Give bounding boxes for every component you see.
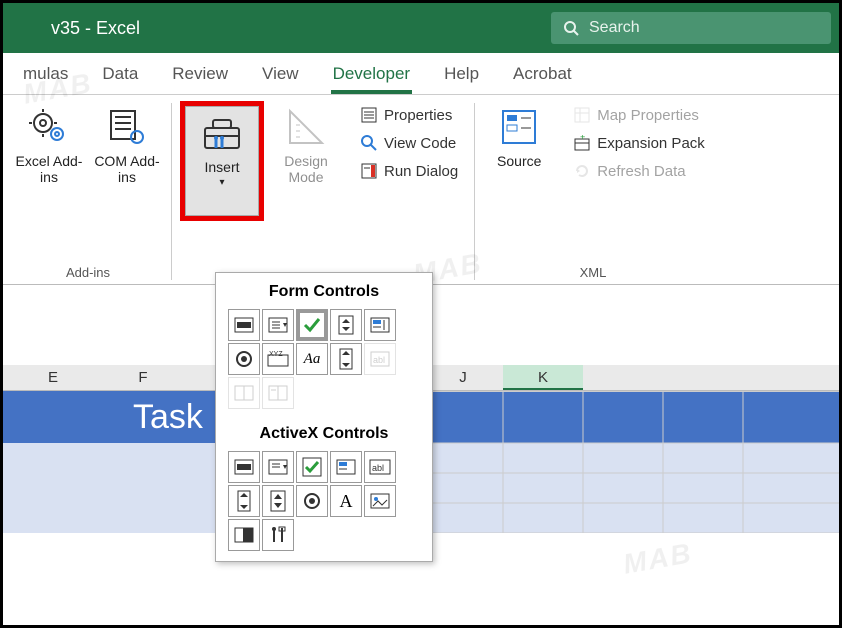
excel-addins-button[interactable]: Excel Add-ins: [13, 101, 85, 189]
form-label-control[interactable]: Aa: [296, 343, 328, 375]
title-bar: v35 - Excel Search: [3, 3, 839, 53]
refresh-icon: [573, 162, 591, 180]
divider: [171, 103, 172, 280]
properties-button[interactable]: Properties: [352, 101, 466, 129]
dialog-run-icon: [360, 162, 378, 180]
tab-acrobat[interactable]: Acrobat: [497, 56, 588, 94]
col-head-k[interactable]: K: [503, 365, 583, 390]
tab-developer[interactable]: Developer: [317, 56, 427, 94]
source-button[interactable]: Source: [483, 101, 555, 185]
ax-combobox[interactable]: [262, 451, 294, 483]
group-controls: Insert ▾ Design Mode Properties View Cod…: [174, 99, 472, 284]
watermark: MAB: [621, 537, 695, 581]
tab-formulas[interactable]: mulas: [7, 56, 84, 94]
search-icon: [563, 20, 579, 36]
ax-label[interactable]: A: [330, 485, 362, 517]
group-label-xml: XML: [580, 265, 607, 280]
form-checkbox-control[interactable]: [296, 309, 328, 341]
ax-optionbutton[interactable]: [296, 485, 328, 517]
divider: [474, 103, 475, 280]
col-head-e[interactable]: E: [3, 365, 103, 390]
ax-morecontrols[interactable]: [262, 519, 294, 551]
form-listbox-control[interactable]: [364, 309, 396, 341]
form-button-control[interactable]: [228, 309, 260, 341]
gear-icon: [27, 105, 71, 149]
ruler-triangle-icon: [284, 105, 328, 149]
tab-help[interactable]: Help: [428, 56, 495, 94]
view-code-button[interactable]: View Code: [352, 129, 466, 157]
ax-commandbutton[interactable]: [228, 451, 260, 483]
form-combobox-control[interactable]: [262, 309, 294, 341]
refresh-data-button[interactable]: Refresh Data: [565, 157, 713, 185]
tab-data[interactable]: Data: [86, 56, 154, 94]
ax-image[interactable]: [364, 485, 396, 517]
group-addins: Excel Add-ins COM Add-ins Add-ins: [7, 99, 169, 284]
map-properties-button[interactable]: Map Properties: [565, 101, 713, 129]
source-pane-icon: [497, 105, 541, 149]
ax-spinbutton[interactable]: [262, 485, 294, 517]
tab-review[interactable]: Review: [156, 56, 244, 94]
svg-text:abl: abl: [373, 355, 385, 365]
insert-button[interactable]: Insert ▾: [185, 106, 259, 216]
chevron-down-icon: ▾: [219, 177, 224, 188]
ax-checkbox[interactable]: [296, 451, 328, 483]
form-combo-list-control: [228, 377, 260, 409]
ribbon-tabs: mulas Data Review View Developer Help Ac…: [3, 53, 839, 95]
run-dialog-button[interactable]: Run Dialog: [352, 157, 466, 185]
ax-scrollbar[interactable]: [228, 485, 260, 517]
insert-dropdown: Form Controls XYZ Aa abl ActiveX Control…: [215, 272, 433, 562]
magnifier-icon: [360, 134, 378, 152]
group-xml: Source Map Properties + Expansion Pack R…: [477, 99, 719, 284]
group-label-addins: Add-ins: [66, 265, 110, 280]
design-mode-button[interactable]: Design Mode: [270, 101, 342, 221]
toolbox-icon: [200, 113, 244, 157]
ax-textbox[interactable]: abl: [364, 451, 396, 483]
col-head-j[interactable]: J: [423, 365, 503, 390]
ax-listbox[interactable]: [330, 451, 362, 483]
tab-view[interactable]: View: [246, 56, 315, 94]
search-placeholder: Search: [589, 19, 640, 37]
app-title: v35 - Excel: [51, 18, 140, 39]
properties-icon: [360, 106, 378, 124]
form-optionbutton-control[interactable]: [228, 343, 260, 375]
svg-text:XYZ: XYZ: [269, 351, 283, 358]
svg-text:+: +: [580, 135, 585, 142]
form-spinner-control[interactable]: [330, 309, 362, 341]
activex-controls-header: ActiveX Controls: [224, 421, 424, 449]
ribbon: Excel Add-ins COM Add-ins Add-ins Insert…: [3, 95, 839, 285]
form-controls-header: Form Controls: [224, 279, 424, 307]
form-combo-dropdown-control: [262, 377, 294, 409]
form-groupbox-control[interactable]: XYZ: [262, 343, 294, 375]
ax-togglebutton[interactable]: [228, 519, 260, 551]
svg-text:abl: abl: [372, 463, 384, 473]
expansion-packs-button[interactable]: + Expansion Pack: [565, 129, 713, 157]
search-box[interactable]: Search: [551, 12, 831, 44]
form-textfield-control: abl: [364, 343, 396, 375]
col-head-f[interactable]: F: [103, 365, 183, 390]
map-props-icon: [573, 106, 591, 124]
form-scrollbar-control[interactable]: [330, 343, 362, 375]
list-gear-icon: [105, 105, 149, 149]
expansion-icon: +: [573, 134, 591, 152]
highlight-insert: Insert ▾: [180, 101, 264, 221]
com-addins-button[interactable]: COM Add-ins: [91, 101, 163, 189]
